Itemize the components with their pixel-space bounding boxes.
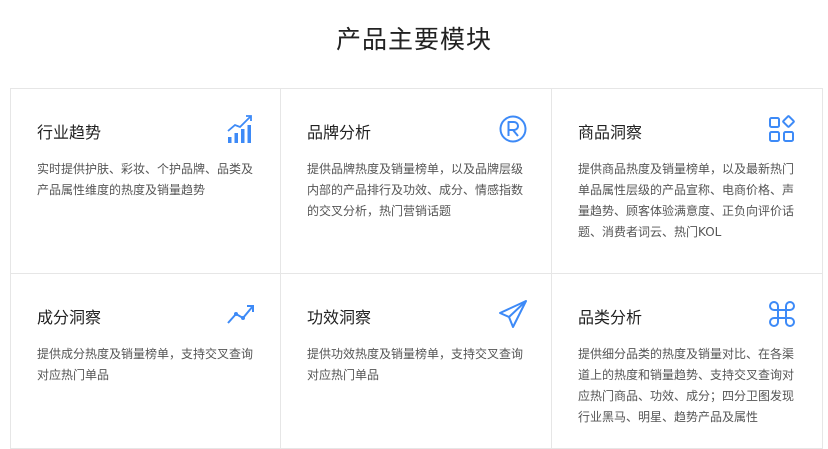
paper-plane-icon (497, 298, 529, 330)
module-title: 商品洞察 (578, 123, 643, 142)
module-title: 品牌分析 (307, 123, 372, 142)
registered-trademark-icon (497, 113, 529, 145)
module-description: 提供成分热度及销量榜单，支持交叉查询对应热门单品 (37, 347, 254, 382)
line-chart-icon (225, 298, 257, 330)
module-title: 品类分析 (578, 308, 643, 327)
bar-chart-trend-icon (225, 113, 257, 145)
module-card-industry-trend[interactable]: 行业趋势 实时提供护肤、彩妆、个护品牌、品类及产品属性维度的热度及销量趋势 (11, 89, 281, 274)
module-card-product-insight[interactable]: 商品洞察 提供商品热度及销量榜单，以及最新热门单品属性层级的产品宣称、电商价格、… (552, 89, 823, 274)
module-card-brand-analysis[interactable]: 品牌分析 提供品牌热度及销量榜单，以及品牌层级内部的产品排行及功效、成分、情感指… (281, 89, 552, 274)
command-clover-icon (766, 298, 798, 330)
module-description: 提供细分品类的热度及销量对比、在各渠道上的热度和销量趋势、支持交叉查询对应热门商… (578, 347, 795, 424)
category-grid-icon (766, 113, 798, 145)
module-card-efficacy-insight[interactable]: 功效洞察 提供功效热度及销量榜单，支持交叉查询对应热门单品 (281, 274, 552, 449)
module-title: 功效洞察 (307, 308, 372, 327)
module-description: 提供商品热度及销量榜单，以及最新热门单品属性层级的产品宣称、电商价格、声量趋势、… (578, 162, 795, 239)
module-title: 成分洞察 (37, 308, 102, 327)
module-grid: 行业趋势 实时提供护肤、彩妆、个护品牌、品类及产品属性维度的热度及销量趋势 品牌… (10, 88, 823, 449)
module-description: 提供功效热度及销量榜单，支持交叉查询对应热门单品 (307, 347, 524, 382)
module-card-category-analysis[interactable]: 品类分析 提供细分品类的热度及销量对比、在各渠道上的热度和销量趋势、支持交叉查询… (552, 274, 823, 449)
module-description: 实时提供护肤、彩妆、个护品牌、品类及产品属性维度的热度及销量趋势 (37, 162, 254, 197)
module-description: 提供品牌热度及销量榜单，以及品牌层级内部的产品排行及功效、成分、情感指数的交叉分… (307, 162, 524, 218)
module-card-ingredient-insight[interactable]: 成分洞察 提供成分热度及销量榜单，支持交叉查询对应热门单品 (11, 274, 281, 449)
module-title: 行业趋势 (37, 123, 102, 142)
page-title: 产品主要模块 (335, 25, 492, 54)
